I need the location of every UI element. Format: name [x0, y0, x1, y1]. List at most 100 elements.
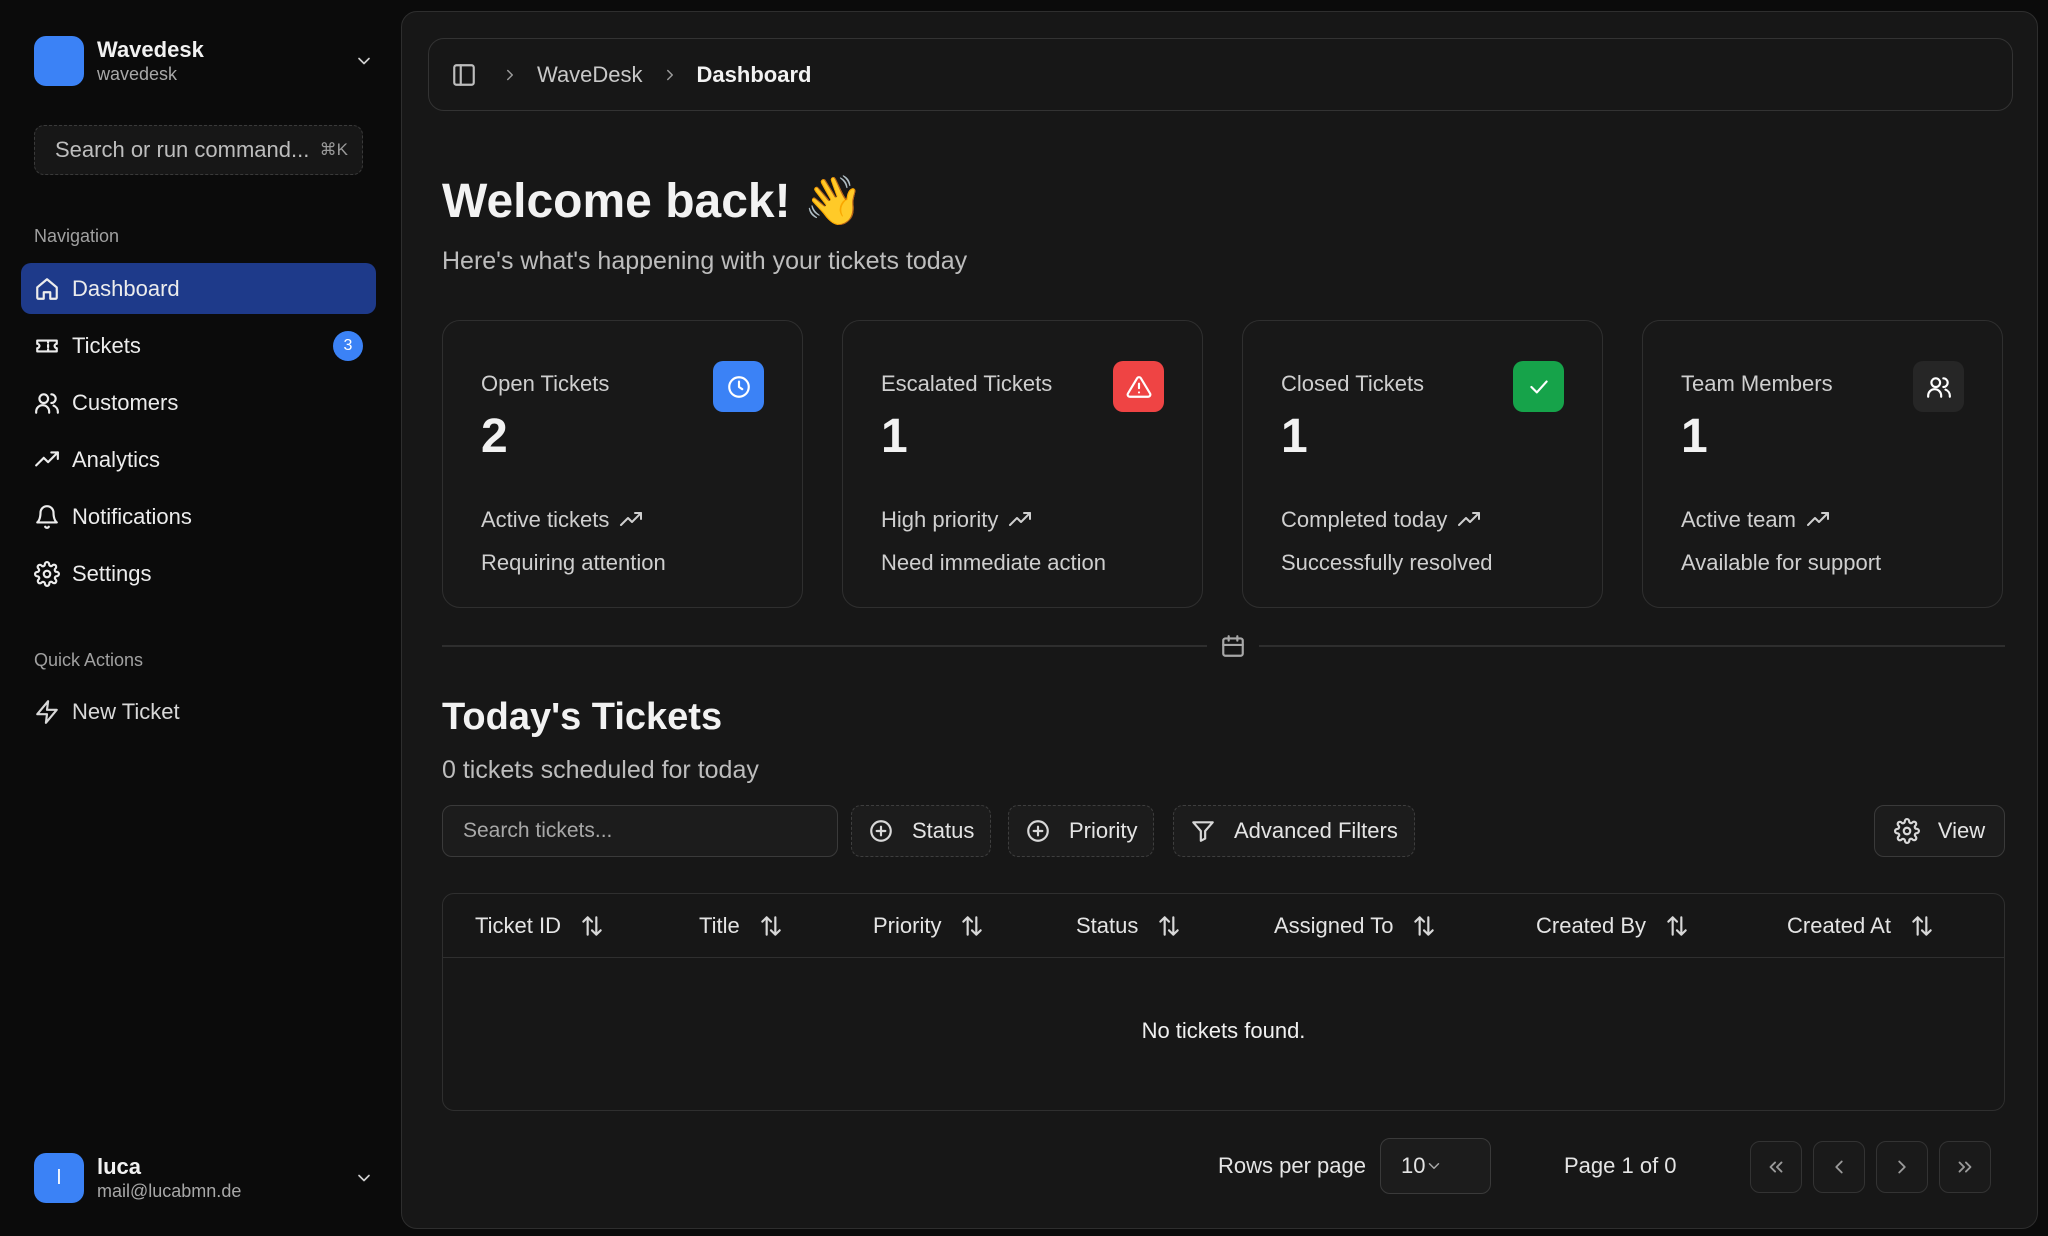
- sidebar-item-customers[interactable]: Customers: [21, 377, 376, 428]
- first-page-button[interactable]: [1750, 1141, 1802, 1193]
- new-ticket-label: New Ticket: [72, 699, 180, 724]
- advanced-filters-label: Advanced Filters: [1234, 818, 1398, 843]
- plus-circle-icon: [868, 818, 912, 844]
- chevrons-left-icon: [1765, 1156, 1787, 1178]
- view-options-button[interactable]: View: [1874, 805, 2005, 857]
- stat-title: Escalated Tickets: [881, 371, 1053, 396]
- sort-icon: [941, 913, 985, 939]
- column-header-label: Assigned To: [1274, 913, 1394, 938]
- section-subtitle: 0 tickets scheduled for today: [442, 756, 759, 784]
- stat-value: 1: [1681, 410, 1708, 463]
- chevron-right-icon: [661, 66, 679, 84]
- status-filter-label: Status: [912, 818, 975, 843]
- stat-card-escalated-tickets: Escalated Tickets 1 High priority Need i…: [842, 320, 1203, 608]
- advanced-filters-button[interactable]: Advanced Filters: [1173, 805, 1415, 857]
- pagination: Rows per page 10 Page 1 of 0: [442, 1136, 2005, 1194]
- sidebar-item-dashboard[interactable]: Dashboard: [21, 263, 376, 314]
- breadcrumb-dashboard: Dashboard: [696, 61, 812, 87]
- section-title: Today's Tickets: [442, 696, 723, 738]
- previous-page-button[interactable]: [1813, 1141, 1865, 1193]
- stat-value: 1: [1281, 410, 1308, 463]
- sidebar-item-notifications[interactable]: Notifications: [21, 491, 376, 542]
- stat-line1: Active tickets: [481, 507, 610, 532]
- check-icon: [1513, 361, 1564, 412]
- priority-filter-button[interactable]: Priority: [1008, 805, 1155, 857]
- workspace-slug: wavedesk: [97, 64, 178, 84]
- sidebar-item-label: Customers: [72, 389, 179, 415]
- table-header: Ticket ID Title Priority Status Assigned…: [443, 894, 2004, 958]
- home-icon: [34, 276, 60, 302]
- chevron-down-icon[interactable]: [354, 1168, 374, 1188]
- sidebar-item-settings[interactable]: Settings: [21, 548, 376, 599]
- gear-icon: [1893, 818, 1938, 844]
- column-header-label: Status: [1076, 913, 1139, 938]
- stat-line2: Successfully resolved: [1281, 550, 1493, 575]
- stat-trend: High priority: [881, 507, 1032, 533]
- column-header-assigned-to[interactable]: Assigned To: [1274, 894, 1437, 958]
- stat-value: 1: [881, 410, 908, 463]
- sort-icon: [1138, 913, 1182, 939]
- alert-triangle-icon: [1113, 361, 1164, 412]
- priority-filter-label: Priority: [1069, 818, 1138, 843]
- sort-icon: [1646, 913, 1690, 939]
- chevron-right-icon: [1891, 1156, 1913, 1178]
- sidebar-item-analytics[interactable]: Analytics: [21, 434, 376, 485]
- column-header-label: Created At: [1787, 913, 1891, 938]
- quick-actions-label: Quick Actions: [34, 650, 144, 670]
- calendar-icon: [1207, 632, 1259, 660]
- stat-card-closed-tickets: Closed Tickets 1 Completed today Success…: [1242, 320, 1603, 608]
- column-header-created-at[interactable]: Created At: [1787, 894, 1935, 958]
- chevron-right-icon: [501, 66, 519, 84]
- stat-card-team-members: Team Members 1 Active team Available for…: [1642, 320, 2003, 608]
- command-shortcut: ⌘K: [319, 140, 348, 159]
- workspace-name: Wavedesk: [97, 37, 204, 62]
- command-search-placeholder: Search or run command...: [55, 137, 310, 162]
- user-menu[interactable]: l luca mail@lucabmn.de: [34, 1152, 374, 1204]
- user-email: mail@lucabmn.de: [97, 1181, 242, 1201]
- empty-state-message: No tickets found.: [1141, 1018, 1306, 1043]
- next-page-button[interactable]: [1876, 1141, 1928, 1193]
- column-header-created-by[interactable]: Created By: [1536, 894, 1690, 958]
- breadcrumb-wavedesk[interactable]: WaveDesk: [537, 62, 643, 88]
- new-ticket-button[interactable]: New Ticket: [34, 695, 180, 729]
- workspace-switcher[interactable]: Wavedesk wavedesk: [34, 34, 374, 88]
- navigation-label: Navigation: [34, 226, 120, 246]
- workspace-text: Wavedesk wavedesk: [97, 37, 354, 85]
- workspace-logo: [34, 36, 84, 86]
- chevron-down-icon[interactable]: [354, 51, 374, 71]
- sidebar-item-tickets[interactable]: Tickets 3: [21, 320, 376, 371]
- command-search-button[interactable]: Search or run command... ⌘K: [34, 125, 363, 175]
- search-input[interactable]: [442, 805, 838, 857]
- column-header-status[interactable]: Status: [1076, 894, 1182, 958]
- rows-per-page-select[interactable]: 10: [1380, 1138, 1491, 1194]
- column-header-title[interactable]: Title: [699, 894, 784, 958]
- column-header-priority[interactable]: Priority: [873, 894, 985, 958]
- bell-icon: [34, 504, 60, 530]
- table-toolbar: Status Priority Advanced Filters View: [442, 805, 2005, 857]
- clock-icon: [713, 361, 764, 412]
- page-info: Page 1 of 0: [1564, 1153, 1677, 1178]
- ticket-icon: [34, 333, 60, 359]
- status-filter-button[interactable]: Status: [851, 805, 992, 857]
- last-page-button[interactable]: [1939, 1141, 1991, 1193]
- sidebar-toggle-icon[interactable]: [451, 62, 477, 88]
- user-text: luca mail@lucabmn.de: [97, 1154, 354, 1202]
- sidebar-item-label: Analytics: [72, 446, 161, 472]
- stat-trend: Active team: [1681, 507, 1830, 533]
- rows-per-page-label: Rows per page: [1218, 1153, 1366, 1178]
- stat-trend: Active tickets: [481, 507, 643, 533]
- column-header-label: Created By: [1536, 913, 1647, 938]
- users-icon: [1913, 361, 1964, 412]
- stat-trend: Completed today: [1281, 507, 1481, 533]
- stat-line2: Need immediate action: [881, 550, 1107, 575]
- stat-title: Open Tickets: [481, 371, 610, 396]
- chevron-left-icon: [1828, 1156, 1850, 1178]
- column-header-ticket-id[interactable]: Ticket ID: [475, 894, 605, 958]
- trending-up-icon: [609, 508, 643, 532]
- gear-icon: [34, 560, 60, 587]
- users-icon: [34, 390, 60, 416]
- column-header-label: Priority: [873, 913, 942, 938]
- tickets-table: Ticket ID Title Priority Status Assigned…: [442, 893, 2005, 1111]
- user-name: luca: [97, 1154, 142, 1179]
- sort-icon: [740, 913, 784, 939]
